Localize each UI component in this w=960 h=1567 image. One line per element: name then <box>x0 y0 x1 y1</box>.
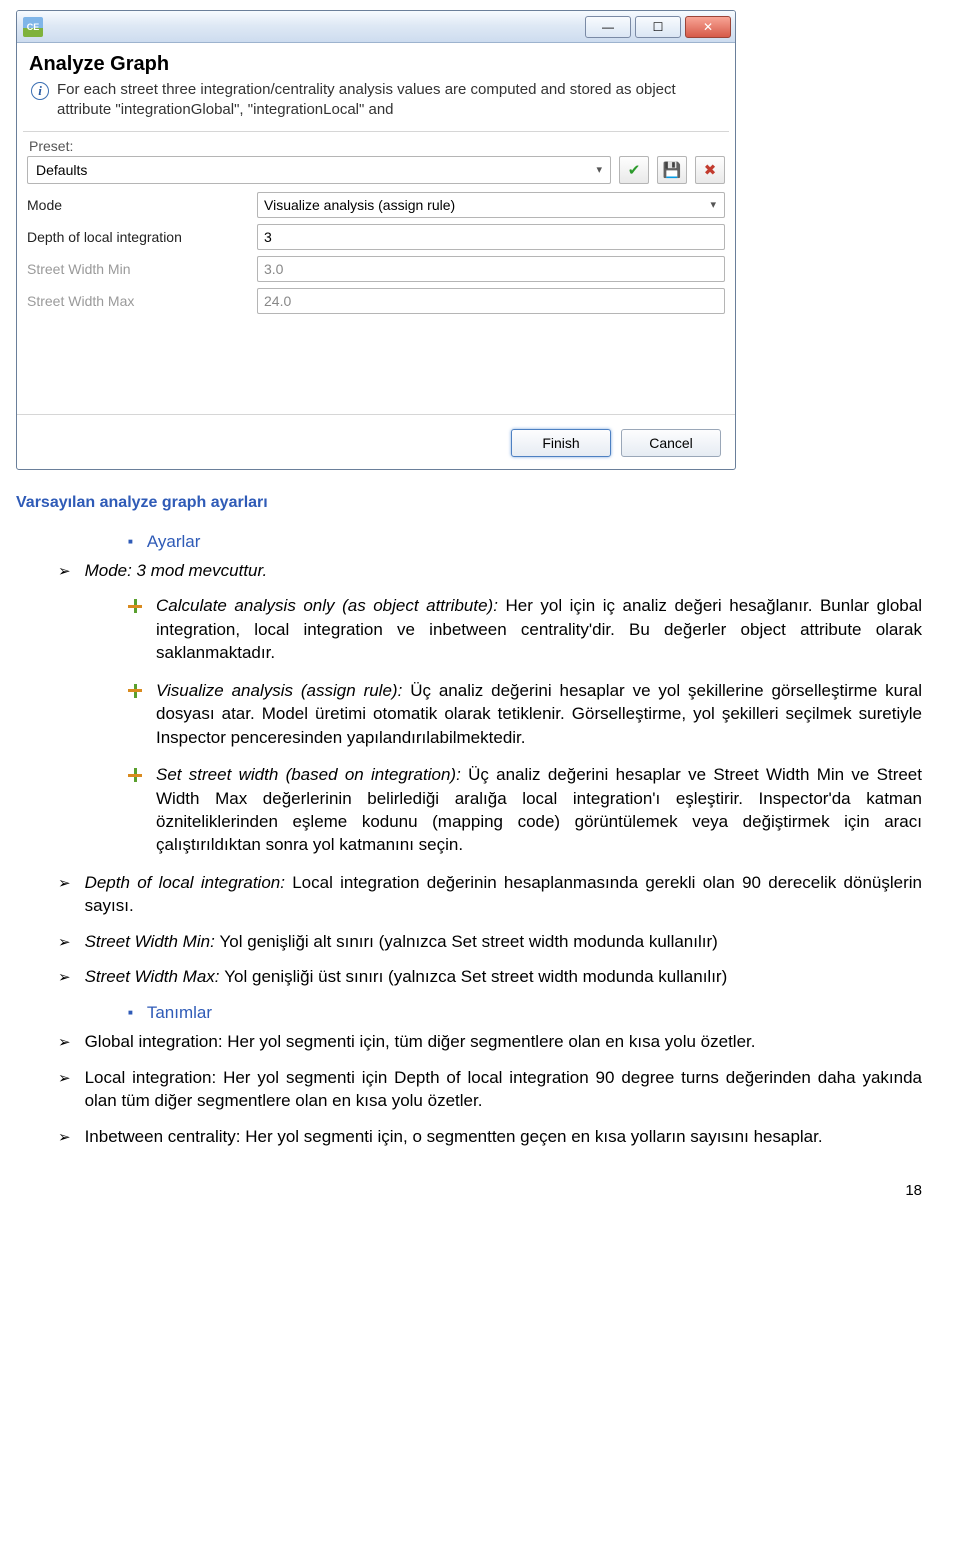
mode-label: Mode <box>27 197 257 213</box>
list-item: Calculate analysis only (as object attri… <box>128 594 922 664</box>
depth-field[interactable]: 3 <box>257 224 725 250</box>
form-grid: Mode Visualize analysis (assign rule) De… <box>17 192 735 314</box>
arrow-icon: ➢ <box>58 967 71 988</box>
section-heading-tanimlar: ■ Tanımlar <box>128 1001 922 1024</box>
page-number: 18 <box>10 1182 922 1199</box>
list-item: ➢ Inbetween centrality: Her yol segmenti… <box>58 1125 922 1148</box>
list-item: Set street width (based on integration):… <box>128 763 922 857</box>
figure-caption: Varsayılan analyze graph ayarları <box>16 494 950 512</box>
divider <box>23 131 729 132</box>
depth-label: Depth of local integration <box>27 229 257 245</box>
swmin-field: 3.0 <box>257 256 725 282</box>
mode-dropdown[interactable]: Visualize analysis (assign rule) <box>257 192 725 218</box>
list-item: ➢ Mode: 3 mod mevcuttur. <box>58 559 922 582</box>
cancel-button[interactable]: Cancel <box>621 429 721 457</box>
dialog-info-text: For each street three integration/centra… <box>57 80 723 121</box>
analyze-graph-dialog: CE — ☐ ✕ Analyze Graph i For each street… <box>16 10 736 470</box>
list-item: ➢ Depth of local integration: Local inte… <box>58 871 922 918</box>
info-icon: i <box>31 82 49 100</box>
dialog-info-row: i For each street three integration/cent… <box>17 80 735 131</box>
arrow-icon: ➢ <box>58 1068 71 1113</box>
list-item: Visualize analysis (assign rule): Üç ana… <box>128 679 922 749</box>
section-heading-ayarla: ■ Ayarlar <box>128 530 922 553</box>
dialog-body: Analyze Graph i For each street three in… <box>17 43 735 469</box>
preset-value: Defaults <box>36 162 87 178</box>
list-item: ➢ Local integration: Her yol segmenti iç… <box>58 1066 922 1113</box>
close-button[interactable]: ✕ <box>685 16 731 38</box>
plus-icon <box>128 684 142 698</box>
preset-save-icon[interactable]: 💾 <box>657 156 687 184</box>
swmax-label: Street Width Max <box>27 293 257 309</box>
preset-delete-icon[interactable]: ✖ <box>695 156 725 184</box>
minimize-button[interactable]: — <box>585 16 631 38</box>
arrow-icon: ➢ <box>58 932 71 953</box>
dialog-title: Analyze Graph <box>17 43 735 80</box>
preset-apply-icon[interactable]: ✔ <box>619 156 649 184</box>
finish-button[interactable]: Finish <box>511 429 611 457</box>
window-controls: — ☐ ✕ <box>581 16 735 38</box>
arrow-icon: ➢ <box>58 1127 71 1148</box>
preset-row: Defaults ✔ 💾 ✖ <box>17 154 735 192</box>
arrow-icon: ➢ <box>58 873 71 918</box>
preset-label: Preset: <box>17 138 735 154</box>
arrow-icon: ➢ <box>58 1032 71 1053</box>
square-bullet-icon: ■ <box>128 1007 133 1018</box>
plus-icon <box>128 599 142 613</box>
list-item: ➢ Street Width Min: Yol genişliği alt sı… <box>58 930 922 953</box>
app-icon: CE <box>23 17 43 37</box>
list-item: ➢ Street Width Max: Yol genişliği üst sı… <box>58 965 922 988</box>
square-bullet-icon: ■ <box>128 536 133 547</box>
swmin-label: Street Width Min <box>27 261 257 277</box>
plus-icon <box>128 768 142 782</box>
swmax-field: 24.0 <box>257 288 725 314</box>
dialog-footer: Finish Cancel <box>17 414 735 457</box>
maximize-button[interactable]: ☐ <box>635 16 681 38</box>
list-item: ➢ Global integration: Her yol segmenti i… <box>58 1030 922 1053</box>
preset-dropdown[interactable]: Defaults <box>27 156 611 184</box>
arrow-icon: ➢ <box>58 561 71 582</box>
window-titlebar: CE — ☐ ✕ <box>17 11 735 43</box>
